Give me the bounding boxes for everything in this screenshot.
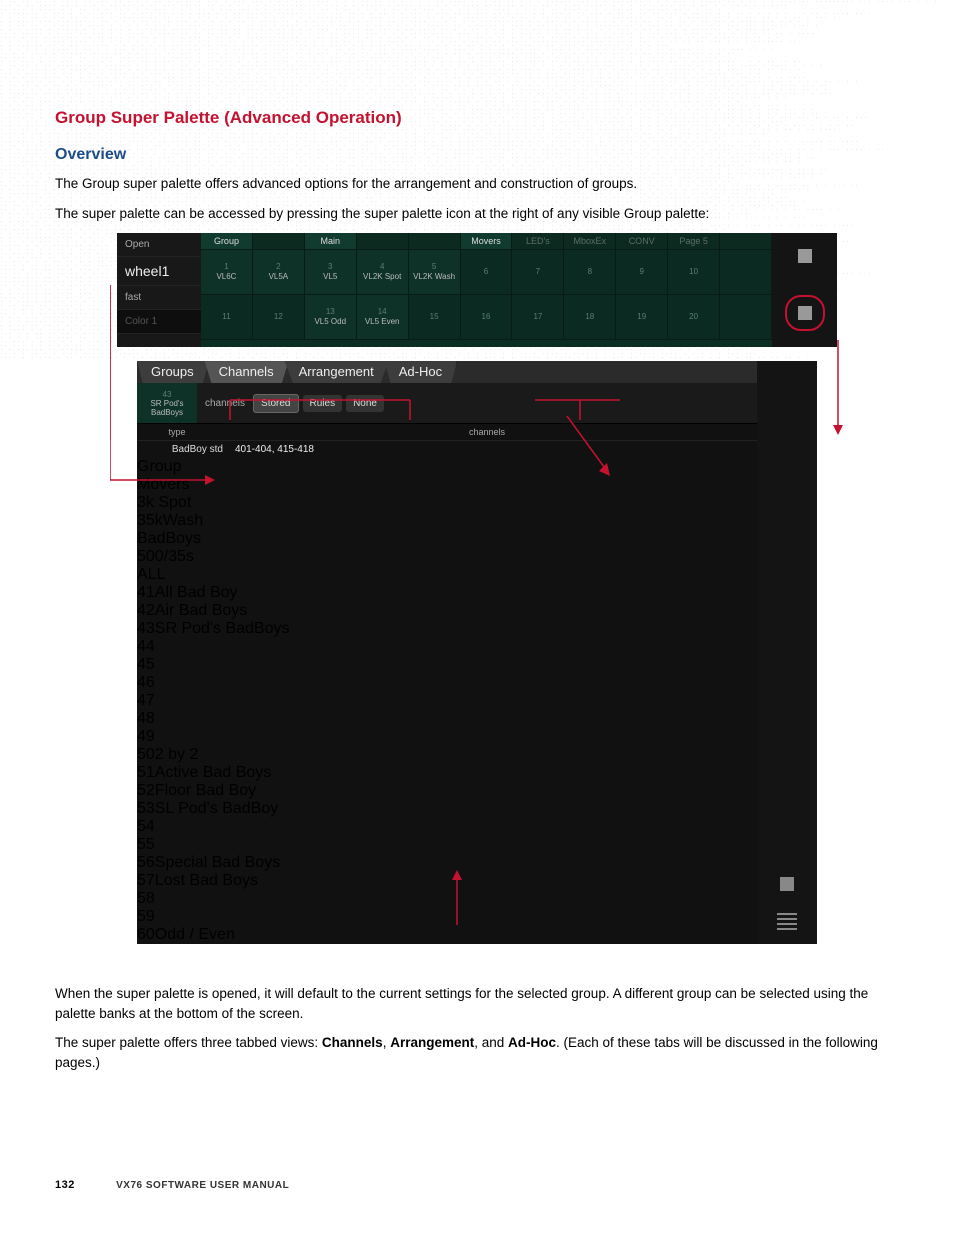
lines-icon[interactable] xyxy=(777,913,797,930)
column-header[interactable]: 500/35s xyxy=(137,548,757,566)
palette-cell[interactable]: 58 xyxy=(137,890,757,908)
palette-cell[interactable]: 2VL5A xyxy=(253,250,305,294)
sidebar-item[interactable]: fast xyxy=(117,286,201,310)
paragraph-1: The Group super palette offers advanced … xyxy=(55,174,899,194)
tab-groups[interactable]: Groups xyxy=(137,361,209,383)
palette-cell[interactable]: 47 xyxy=(137,692,757,710)
subheading-overview: Overview xyxy=(55,146,899,164)
palette-cell[interactable]: 8 xyxy=(564,250,616,294)
column-header[interactable]: Movers xyxy=(137,476,757,494)
palette-cell[interactable]: 53SL Pod's BadBoy xyxy=(137,800,757,818)
manual-title: VX76 SOFTWARE USER MANUAL xyxy=(116,1180,289,1191)
palette-cell[interactable]: 16 xyxy=(461,295,513,339)
palette-cell[interactable]: 17 xyxy=(512,295,564,339)
tab-ad-hoc[interactable]: Ad-Hoc xyxy=(385,361,457,383)
column-header[interactable]: Main xyxy=(305,233,357,249)
palette-cell[interactable] xyxy=(720,295,772,339)
palette-cell[interactable]: 6 xyxy=(461,250,513,294)
palette-cell[interactable]: 3VL5 xyxy=(305,250,357,294)
palette-cell[interactable]: 55 xyxy=(137,836,757,854)
column-header[interactable]: ALL xyxy=(137,566,757,584)
palette-cell[interactable]: 9 xyxy=(616,250,668,294)
palette-cell[interactable]: 502 by 2 xyxy=(137,746,757,764)
palette-cell[interactable]: 15 xyxy=(409,295,461,339)
section-title: Group Super Palette (Advanced Operation) xyxy=(55,108,899,128)
paragraph-2: The super palette can be accessed by pre… xyxy=(55,204,899,224)
column-header[interactable]: Movers xyxy=(461,233,513,249)
palette-cell[interactable]: 11 xyxy=(201,295,253,339)
selected-group-cell[interactable]: 43 SR Pod's BadBoys xyxy=(137,383,197,423)
palette-cell[interactable]: 13VL5 Odd xyxy=(305,295,357,339)
palette-cell[interactable]: 7 xyxy=(512,250,564,294)
screenshot-super-palette: GroupsChannelsArrangementAd-Hoc 43 SR Po… xyxy=(137,361,817,944)
column-header[interactable] xyxy=(357,233,409,249)
palette-cell[interactable]: 59 xyxy=(137,908,757,926)
super-palette-icon-circled[interactable] xyxy=(785,295,825,331)
th-channels: channels xyxy=(217,424,757,440)
column-header[interactable]: 35kWash xyxy=(137,512,757,530)
palette-cell[interactable]: 60Odd / Even xyxy=(137,926,757,944)
palette-cell[interactable]: 46 xyxy=(137,674,757,692)
column-header[interactable]: MboxEx xyxy=(564,233,616,249)
palette-cell[interactable]: 52Floor Bad Boy xyxy=(137,782,757,800)
palette-cell[interactable]: 56Special Bad Boys xyxy=(137,854,757,872)
palette-cell[interactable]: 14VL5 Even xyxy=(357,295,409,339)
page-footer: 132 VX76 SOFTWARE USER MANUAL xyxy=(55,1179,289,1191)
tab-arrangement[interactable]: Arrangement xyxy=(285,361,389,383)
paragraph-3: When the super palette is opened, it wil… xyxy=(55,984,899,1023)
square-icon[interactable] xyxy=(780,877,794,891)
palette-cell[interactable]: 42Air Bad Boys xyxy=(137,602,757,620)
palette-cell[interactable]: 54 xyxy=(137,818,757,836)
sidebar-item[interactable]: Color 1 xyxy=(117,310,201,334)
palette-cell[interactable]: 49 xyxy=(137,728,757,746)
palette-cell[interactable]: 1VL6C xyxy=(201,250,253,294)
palette-cell[interactable]: 4VL2K Spot xyxy=(357,250,409,294)
column-header[interactable]: Group xyxy=(201,233,253,249)
square-icon[interactable] xyxy=(798,249,812,263)
palette-cell[interactable] xyxy=(720,250,772,294)
channels-label: channels xyxy=(197,398,253,409)
palette-cell[interactable]: 20 xyxy=(668,295,720,339)
column-header[interactable]: BadBoys xyxy=(137,530,757,548)
column-header[interactable] xyxy=(409,233,461,249)
column-header[interactable] xyxy=(253,233,305,249)
filter-button[interactable]: None xyxy=(346,395,384,412)
sidebar-item[interactable]: Open xyxy=(117,233,201,257)
td-type: BadBoy std xyxy=(137,441,229,458)
page-number: 132 xyxy=(55,1179,75,1191)
column-header[interactable] xyxy=(720,233,772,249)
filter-button[interactable]: Rules xyxy=(303,395,343,412)
screenshot-group-palette: Openwheel1fastColor 1 Group Main MoversLED… xyxy=(117,233,837,347)
palette-cell[interactable]: 18 xyxy=(564,295,616,339)
palette-cell[interactable]: 43SR Pod's BadBoys xyxy=(137,620,757,638)
th-type: type xyxy=(137,424,217,440)
paragraph-4: The super palette offers three tabbed vi… xyxy=(55,1033,899,1072)
palette-cell[interactable]: 12 xyxy=(253,295,305,339)
palette-cell[interactable]: 57Lost Bad Boys xyxy=(137,872,757,890)
filter-button[interactable]: Stored xyxy=(253,394,298,413)
palette-cell[interactable]: 19 xyxy=(616,295,668,339)
sidebar-item[interactable]: wheel1 xyxy=(117,257,201,286)
palette-cell[interactable]: 51Active Bad Boys xyxy=(137,764,757,782)
palette-cell[interactable]: 10 xyxy=(668,250,720,294)
palette-cell[interactable]: 41All Bad Boy xyxy=(137,584,757,602)
column-header[interactable]: CONV xyxy=(616,233,668,249)
td-channels: 401-404, 415-418 xyxy=(229,441,757,458)
tab-channels[interactable]: Channels xyxy=(205,361,289,383)
palette-cell[interactable]: 44 xyxy=(137,638,757,656)
palette-cell[interactable]: 5VL2K Wash xyxy=(409,250,461,294)
column-header[interactable]: Page 5 xyxy=(668,233,720,249)
palette-cell[interactable]: 45 xyxy=(137,656,757,674)
column-header[interactable]: Group xyxy=(137,458,757,476)
column-header[interactable]: 3k Spot xyxy=(137,494,757,512)
palette-cell[interactable]: 48 xyxy=(137,710,757,728)
column-header[interactable]: LED's xyxy=(512,233,564,249)
